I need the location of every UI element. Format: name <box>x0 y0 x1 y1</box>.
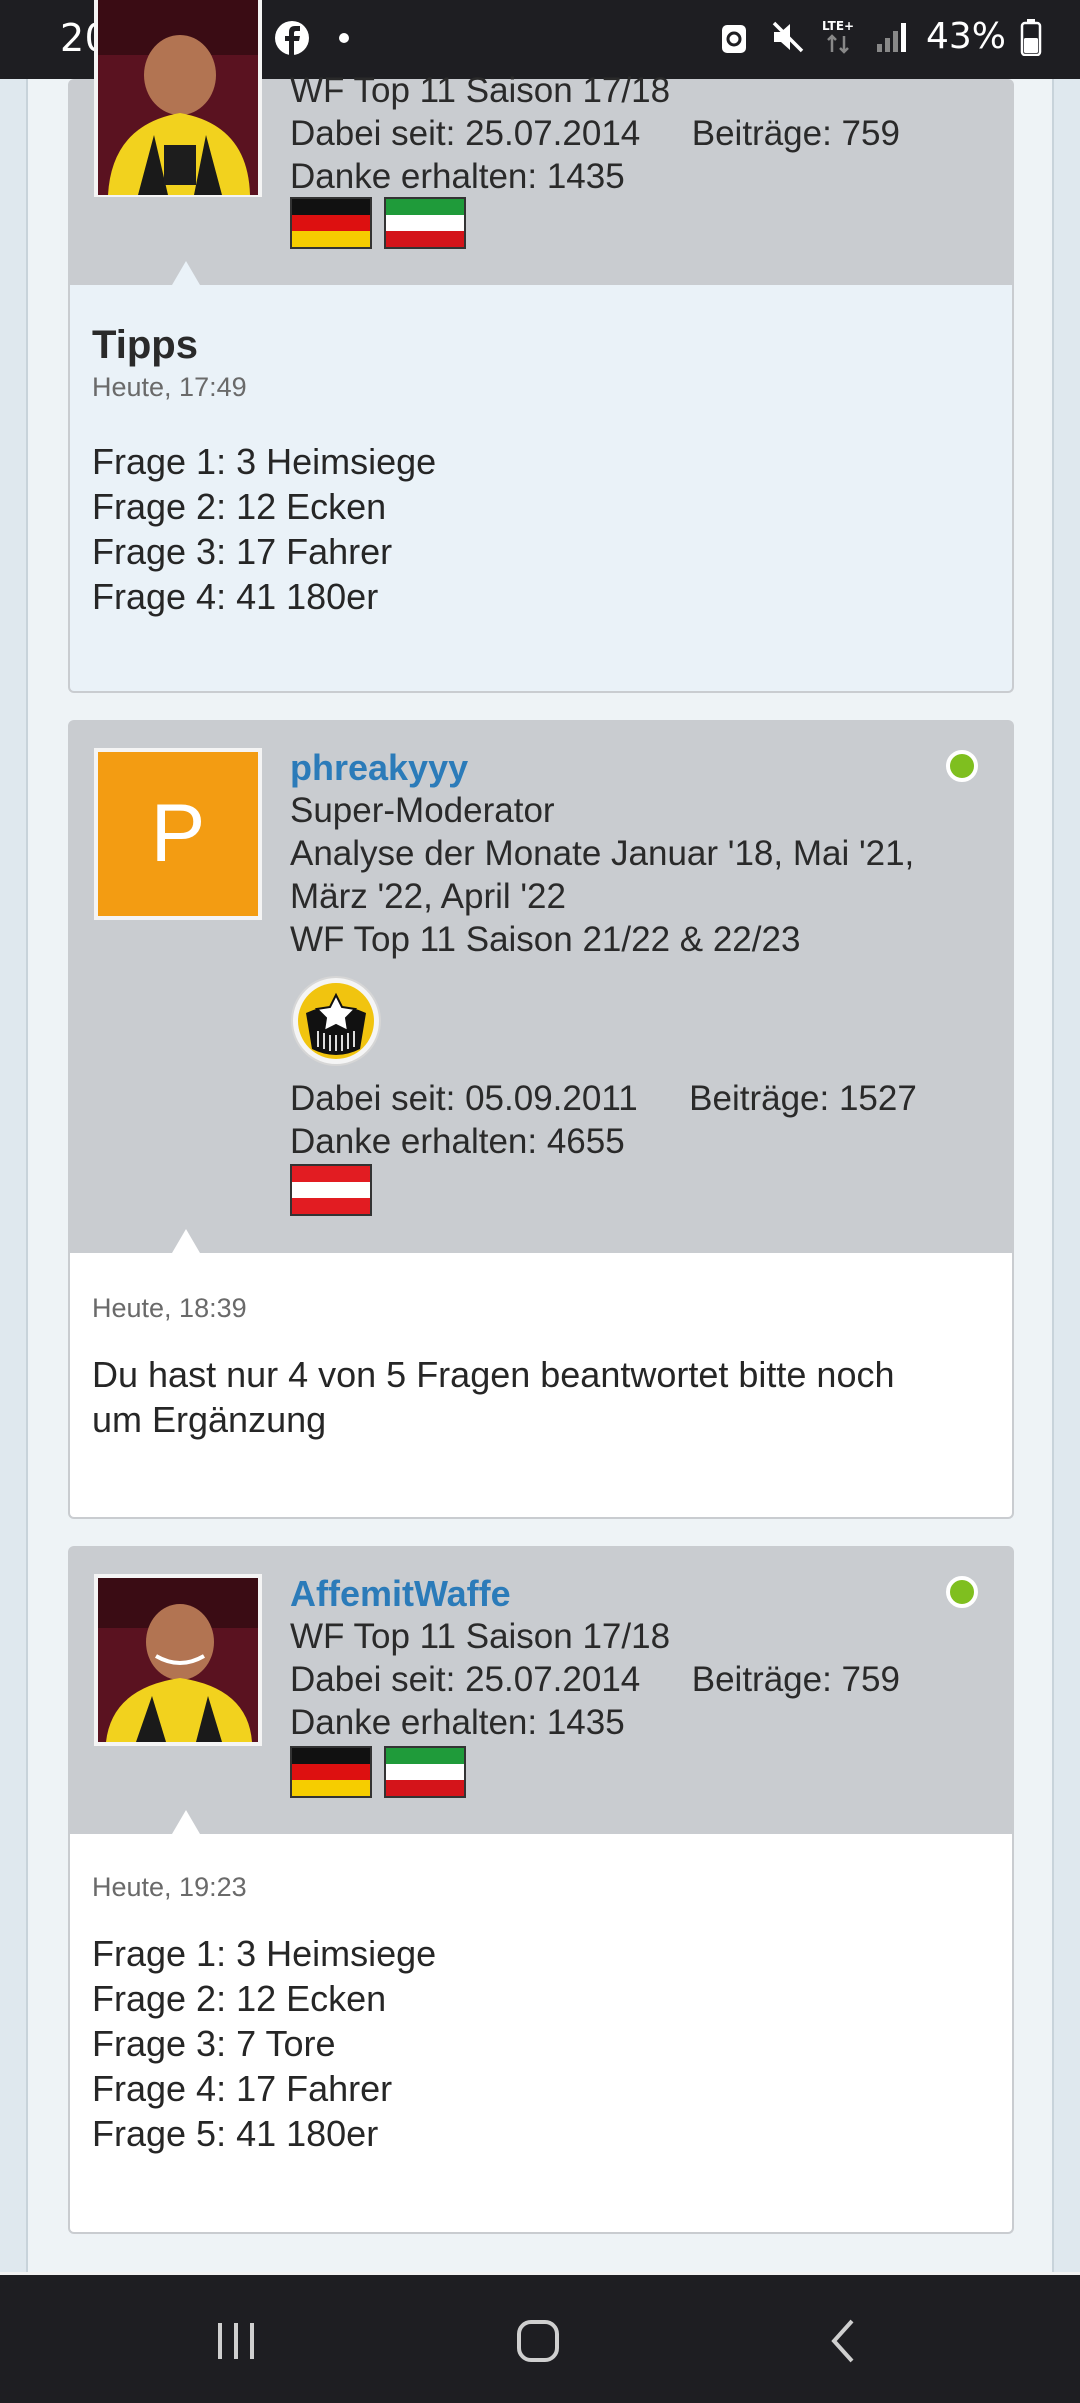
home-button[interactable] <box>508 2311 568 2371</box>
user-stats-row: Dabei seit: 25.07.2014 Beiträge: 759 <box>290 112 900 155</box>
post-count: Beiträge: 1527 <box>689 1079 917 1118</box>
content-line: Frage 3: 7 Tore <box>92 2023 336 2064</box>
avatar[interactable]: P <box>94 748 262 920</box>
post-title: Tipps <box>92 323 198 367</box>
joined-date: Dabei seit: 05.09.2011 <box>290 1079 638 1118</box>
post-content: Frage 1: 3 Heimsiege Frage 2: 12 Ecken F… <box>92 1931 990 2156</box>
thanks-count: Danke erhalten: 1435 <box>290 1703 625 1742</box>
post-3-body: Heute, 19:23 Frage 1: 3 Heimsiege Frage … <box>68 1834 1014 2234</box>
username[interactable]: AffemitWaffe <box>290 1572 900 1615</box>
user-info: AffemitWaffe WF Top 11 Saison 17/18 Dabe… <box>290 1572 900 1744</box>
user-role: Super-Moderator <box>290 791 555 830</box>
user-stats-row: Dabei seit: 05.09.2011 Beiträge: 1527 <box>290 1077 917 1120</box>
online-status-icon <box>946 1576 978 1608</box>
avatar[interactable] <box>94 0 262 197</box>
avatar-letter-tile: P <box>98 752 258 916</box>
post-1-author-panel: WF Top 11 Saison 17/18 Dabei seit: 25.07… <box>68 0 1014 285</box>
thanks-count: Danke erhalten: 4655 <box>290 1122 625 1161</box>
network-label: LTE+ <box>822 19 854 33</box>
post-timestamp: Heute, 19:23 <box>92 1872 247 1902</box>
lte-icon: LTE+ <box>822 17 858 57</box>
post-count: Beiträge: 759 <box>691 1660 900 1699</box>
post-2-author-panel: P phreakyyy Super-Moderator Analyse der … <box>68 720 1014 1253</box>
back-icon <box>831 2319 854 2363</box>
online-status-icon <box>946 750 978 782</box>
flag-germany <box>290 197 372 249</box>
recent-apps-icon <box>218 2323 254 2359</box>
recycle-icon <box>714 17 754 57</box>
user-stats: Dabei seit: 05.09.2011 Beiträge: 1527 Da… <box>290 1077 917 1163</box>
content-line: Frage 1: 3 Heimsiege <box>92 1933 437 1974</box>
content-line: Du hast nur 4 von 5 Fragen beantwortet b… <box>92 1354 895 1395</box>
content-line: Frage 4: 41 180er <box>92 576 379 617</box>
dot-icon <box>324 18 364 58</box>
user-info-line: Analyse der Monate Januar '18, Mai '21, <box>290 834 915 873</box>
system-navigation-bar <box>0 2272 1080 2403</box>
user-rank: WF Top 11 Saison 17/18 <box>290 71 671 110</box>
thanks-count: Danke erhalten: 1435 <box>290 157 625 196</box>
content-line: Frage 5: 41 180er <box>92 2113 379 2154</box>
content-line: Frage 1: 3 Heimsiege <box>92 441 437 482</box>
avatar-letter: P <box>150 788 206 879</box>
user-info: phreakyyy Super-Moderator Analyse der Mo… <box>290 746 914 961</box>
post-pointer <box>172 1229 200 1253</box>
avatar-photo <box>98 1578 258 1742</box>
flag-germany <box>290 1746 372 1798</box>
user-rank: WF Top 11 Saison 17/18 <box>290 1617 671 1656</box>
user-info: WF Top 11 Saison 17/18 Dabei seit: 25.07… <box>290 69 900 198</box>
content-line: Frage 2: 12 Ecken <box>92 1978 387 2019</box>
post-content: Frage 1: 3 Heimsiege Frage 2: 12 Ecken F… <box>92 439 990 619</box>
post-pointer <box>172 261 200 285</box>
flag-iran <box>384 197 466 249</box>
post-3-author-panel: AffemitWaffe WF Top 11 Saison 17/18 Dabe… <box>68 1546 1014 1834</box>
system-icons: LTE+ 43% <box>714 16 1042 57</box>
home-icon <box>517 2320 559 2362</box>
content-line: Frage 2: 12 Ecken <box>92 486 387 527</box>
avatar-photo <box>98 0 258 195</box>
user-info-line: März '22, April '22 <box>290 877 566 916</box>
post-count: Beiträge: 759 <box>691 114 900 153</box>
recent-apps-button[interactable] <box>206 2311 266 2371</box>
battery-icon <box>1020 17 1042 57</box>
username[interactable]: phreakyyy <box>290 746 914 789</box>
mute-icon <box>768 17 808 57</box>
rank-badge-icon <box>290 975 382 1067</box>
joined-date: Dabei seit: 25.07.2014 <box>290 114 641 153</box>
flag-iran <box>384 1746 466 1798</box>
user-rank: WF Top 11 Saison 21/22 & 22/23 <box>290 920 801 959</box>
back-button[interactable] <box>812 2311 872 2371</box>
facebook-icon <box>272 18 312 58</box>
signal-icon <box>872 17 912 57</box>
battery-percentage: 43% <box>925 16 1006 57</box>
post-content: Du hast nur 4 von 5 Fragen beantwortet b… <box>92 1352 990 1442</box>
user-stats-row: Dabei seit: 25.07.2014 Beiträge: 759 <box>290 1658 900 1701</box>
post-2-body: Heute, 18:39 Du hast nur 4 von 5 Fragen … <box>68 1253 1014 1519</box>
content-line: um Ergänzung <box>92 1399 327 1440</box>
joined-date: Dabei seit: 25.07.2014 <box>290 1660 641 1699</box>
post-timestamp: Heute, 17:49 <box>92 372 247 402</box>
flag-austria <box>290 1164 372 1216</box>
post-timestamp: Heute, 18:39 <box>92 1293 247 1323</box>
post-1-body: Tipps Heute, 17:49 Frage 1: 3 Heimsiege … <box>68 285 1014 693</box>
post-pointer <box>172 1810 200 1834</box>
content-line: Frage 3: 17 Fahrer <box>92 531 393 572</box>
avatar[interactable] <box>94 1574 262 1746</box>
content-line: Frage 4: 17 Fahrer <box>92 2068 393 2109</box>
